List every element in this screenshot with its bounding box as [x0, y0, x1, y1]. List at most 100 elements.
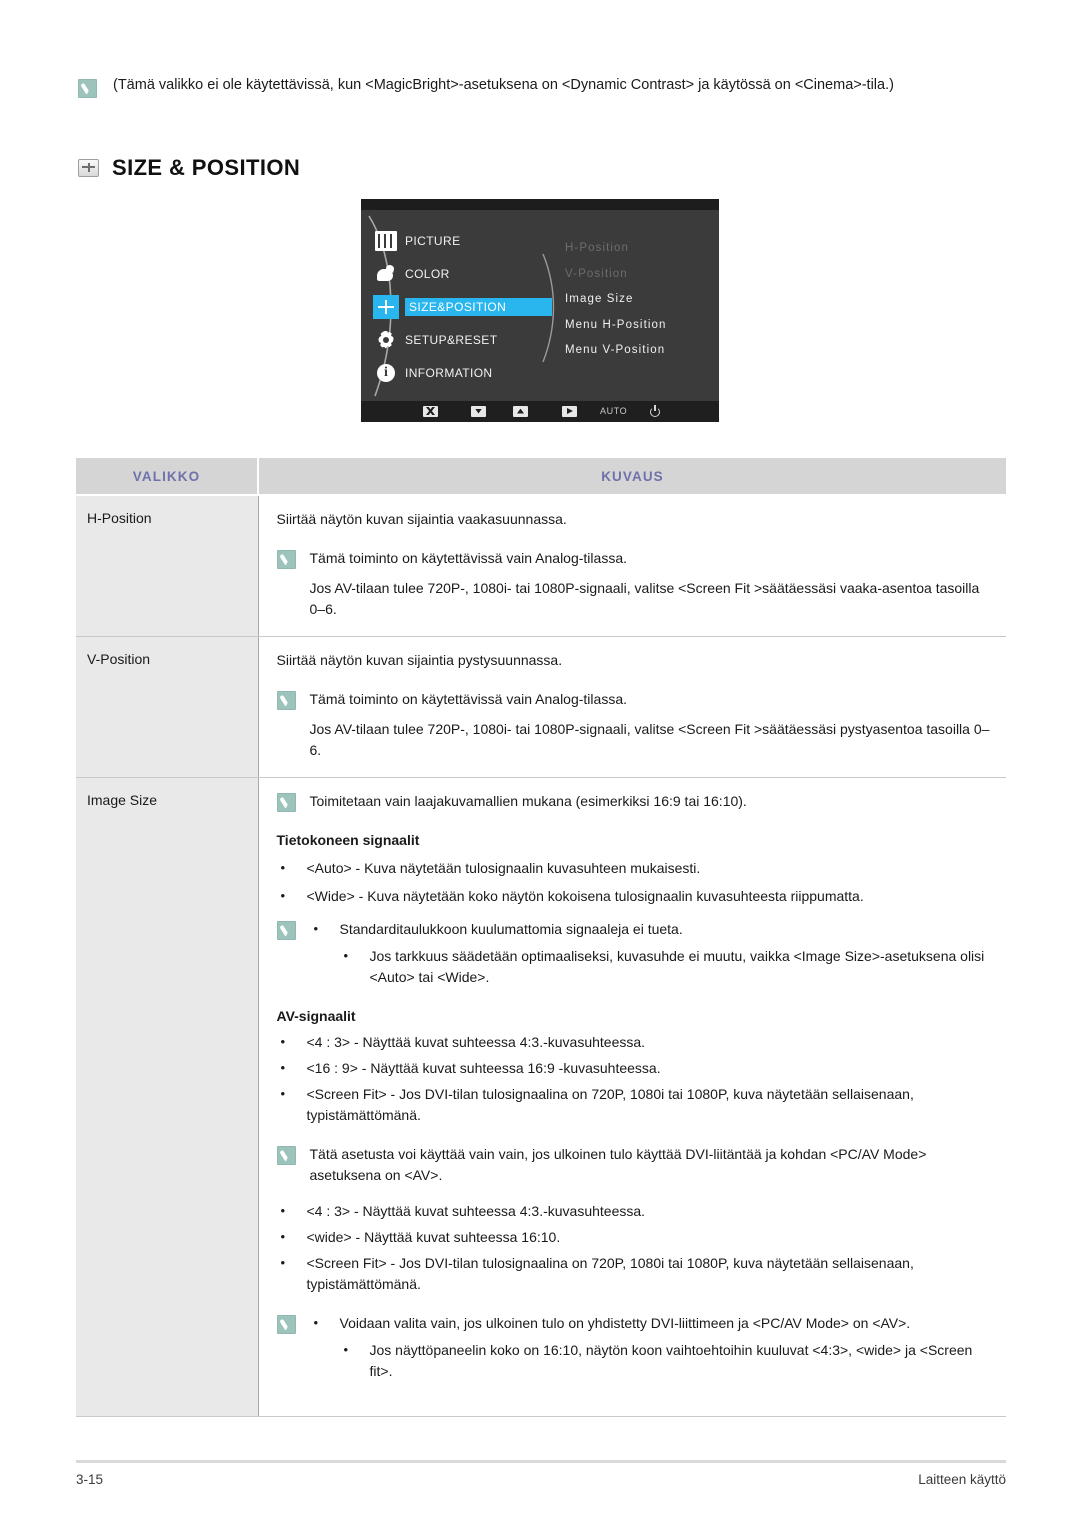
note-block: Tämä toiminto on käytettävissä vain Anal…: [276, 548, 993, 620]
osd-submenu-image-size[interactable]: Image Size: [565, 287, 715, 313]
list-item: <Wide> - Kuva näytetään koko näytön koko…: [277, 885, 993, 907]
osd-menu-item-information[interactable]: INFORMATION: [375, 356, 565, 389]
note-block: Voidaan valita vain, jos ulkoinen tulo o…: [276, 1312, 993, 1382]
footer-page-number: 3-15: [76, 1472, 104, 1487]
osd-down-button[interactable]: [471, 404, 486, 418]
row-description: Siirtää näytön kuvan sijaintia vaakasuun…: [258, 495, 1006, 637]
note-main-text: Tätä asetusta voi käyttää vain vain, jos…: [309, 1146, 927, 1183]
top-note-text: (Tämä valikko ei ole käytettävissä, kun …: [113, 77, 894, 93]
final-note-bullets: Voidaan valita vain, jos ulkoinen tulo o…: [310, 1312, 993, 1382]
list-item: Jos tarkkuus säädetään optimaaliseksi, k…: [340, 945, 993, 988]
osd-menu-item-color[interactable]: COLOR: [375, 257, 565, 290]
note-icon: [276, 921, 296, 940]
list-item: <4 : 3> - Näyttää kuvat suhteessa 4:3.-k…: [277, 1200, 993, 1222]
close-icon: [423, 405, 438, 417]
osd-menu-label: COLOR: [405, 266, 450, 281]
osd-up-button[interactable]: [513, 404, 528, 418]
note-block: Toimitetaan vain laajakuvamallien mukana…: [276, 791, 993, 812]
table-header-row: VALIKKO KUVAUS: [76, 457, 1006, 496]
osd-submenu-v-position[interactable]: V-Position: [565, 262, 715, 288]
list-item: Standarditaulukkoon kuulumattomia signaa…: [310, 918, 993, 940]
osd-enter-button[interactable]: [562, 404, 577, 418]
arrow-down-icon: [471, 405, 486, 417]
list-item: <Auto> - Kuva näytetään tulosignaalin ku…: [277, 857, 993, 879]
note-icon: [78, 79, 97, 98]
note-block: Tämä toiminto on käytettävissä vain Anal…: [276, 689, 993, 761]
note-sub-text: Jos AV-tilaan tulee 720P-, 1080i- tai 10…: [309, 721, 990, 758]
row-menu-name: V-Position: [76, 636, 259, 778]
size-position-icon: [373, 294, 399, 319]
column-header-description: KUVAUS: [258, 457, 1006, 496]
page-title: SIZE & POSITION: [112, 155, 301, 180]
osd-auto-button[interactable]: AUTO: [600, 404, 627, 418]
osd-submenu-menu-h-position[interactable]: Menu H-Position: [565, 313, 715, 339]
page-footer: 3-15 Laitteen käyttö: [76, 1472, 1006, 1487]
row-description: Siirtää näytön kuvan sijaintia pystysuun…: [258, 636, 1006, 778]
section-heading: SIZE & POSITION: [78, 155, 300, 181]
row-menu-name: H-Position: [76, 495, 259, 637]
pc-signal-bullets: <Auto> - Kuva näytetään tulosignaalin ku…: [277, 857, 993, 907]
osd-menu-item-picture[interactable]: PICTURE: [375, 224, 565, 257]
av-signal-bullets-2: <4 : 3> - Näyttää kuvat suhteessa 4:3.-k…: [277, 1200, 993, 1295]
row-description: Toimitetaan vain laajakuvamallien mukana…: [258, 777, 1006, 1417]
top-note: (Tämä valikko ei ole käytettävissä, kun …: [78, 76, 1008, 98]
color-icon: [375, 264, 397, 284]
subheading-pc-signals: Tietokoneen signaalit: [276, 832, 420, 848]
subheading-av-signals: AV-signaalit: [276, 1008, 356, 1024]
table-row: V-Position Siirtää näytön kuvan sijainti…: [76, 636, 1006, 778]
note-icon: [276, 1315, 296, 1334]
osd-submenu-list: H-Position V-Position Image Size Menu H-…: [565, 236, 715, 364]
auto-label: AUTO: [600, 406, 628, 416]
note-main-text: Toimitetaan vain laajakuvamallien mukana…: [309, 793, 747, 809]
row-menu-name: Image Size: [76, 777, 259, 1417]
row-intro-text: Siirtää näytön kuvan sijaintia pystysuun…: [276, 652, 563, 668]
note-icon: [276, 1146, 296, 1165]
table-row: H-Position Siirtää näytön kuvan sijainti…: [76, 495, 1006, 637]
footer-chapter: Laitteen käyttö: [918, 1472, 1006, 1487]
list-item: <Screen Fit> - Jos DVI-tilan tulosignaal…: [277, 1252, 993, 1295]
osd-close-button[interactable]: [423, 404, 438, 418]
menu-description-table: VALIKKO KUVAUS H-Position Siirtää näytön…: [76, 457, 1006, 1417]
picture-icon: [375, 230, 397, 251]
osd-power-button[interactable]: [649, 404, 661, 418]
av-signal-bullets: <4 : 3> - Näyttää kuvat suhteessa 4:3.-k…: [277, 1031, 993, 1126]
osd-body: PICTURE COLOR SIZE&POSITION SETUP&RESET …: [361, 210, 719, 401]
note-main-text: Tämä toiminto on käytettävissä vain Anal…: [309, 550, 628, 566]
note-main-text: Tämä toiminto on käytettävissä vain Anal…: [309, 691, 628, 707]
size-position-icon: [78, 159, 99, 177]
osd-screenshot: PICTURE COLOR SIZE&POSITION SETUP&RESET …: [361, 199, 719, 422]
osd-menu-label: SETUP&RESET: [405, 332, 498, 347]
note-sub-text: Jos AV-tilaan tulee 720P-, 1080i- tai 10…: [309, 580, 980, 617]
note-block: Tätä asetusta voi käyttää vain vain, jos…: [276, 1144, 993, 1186]
list-item: <wide> - Näyttää kuvat suhteessa 16:10.: [277, 1226, 993, 1248]
osd-menu-label: SIZE&POSITION: [405, 297, 553, 316]
list-item: <Screen Fit> - Jos DVI-tilan tulosignaal…: [277, 1083, 993, 1126]
osd-menu-item-size-position[interactable]: SIZE&POSITION: [373, 290, 565, 323]
list-item: Voidaan valita vain, jos ulkoinen tulo o…: [310, 1312, 993, 1334]
osd-submenu-h-position[interactable]: H-Position: [565, 236, 715, 262]
power-icon: [649, 405, 661, 417]
column-header-menu: VALIKKO: [76, 457, 259, 496]
osd-button-bar: AUTO: [361, 401, 719, 422]
note-icon: [276, 793, 296, 812]
enter-icon: [562, 405, 577, 417]
list-item: <16 : 9> - Näyttää kuvat suhteessa 16:9 …: [277, 1057, 993, 1079]
osd-menu-label: INFORMATION: [405, 365, 493, 380]
note-icon: [276, 550, 296, 569]
list-item: <4 : 3> - Näyttää kuvat suhteessa 4:3.-k…: [277, 1031, 993, 1053]
information-icon: [375, 363, 397, 383]
gear-icon: [375, 330, 397, 350]
osd-submenu-menu-v-position[interactable]: Menu V-Position: [565, 338, 715, 364]
pc-note-bullets: Standarditaulukkoon kuulumattomia signaa…: [310, 918, 993, 988]
osd-left-menu: PICTURE COLOR SIZE&POSITION SETUP&RESET …: [373, 224, 565, 389]
osd-top-bar: [361, 199, 719, 210]
osd-menu-label: PICTURE: [405, 233, 461, 248]
note-icon: [276, 691, 296, 710]
row-intro-text: Siirtää näytön kuvan sijaintia vaakasuun…: [276, 511, 567, 527]
osd-menu-item-setup-reset[interactable]: SETUP&RESET: [375, 323, 565, 356]
footer-divider: [76, 1460, 1006, 1463]
document-page: (Tämä valikko ei ole käytettävissä, kun …: [0, 0, 1080, 1527]
note-block: Standarditaulukkoon kuulumattomia signaa…: [276, 918, 993, 988]
table-row: Image Size Toimitetaan vain laajakuvamal…: [76, 777, 1006, 1417]
list-item: Jos näyttöpaneelin koko on 16:10, näytön…: [340, 1339, 993, 1382]
